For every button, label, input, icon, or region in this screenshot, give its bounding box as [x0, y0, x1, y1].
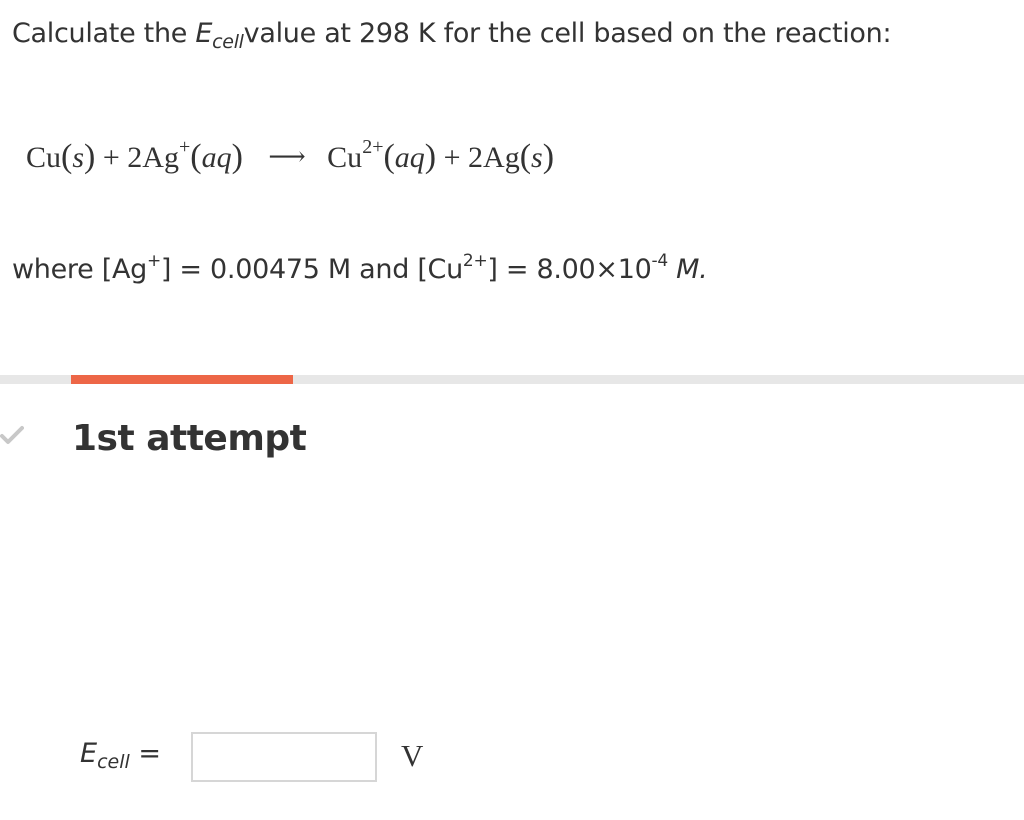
question-prompt: Calculate the Ecellvalue at 298 K for th… [12, 18, 892, 53]
reactant-ag: 2Ag [127, 141, 179, 174]
plus-sign: + [102, 141, 120, 174]
ecell-answer-input[interactable] [191, 732, 377, 782]
attempt-title: 1st attempt [72, 418, 307, 459]
product-ag: 2Ag [468, 141, 520, 174]
reaction-arrow-icon: ⟶ [268, 142, 306, 171]
answer-unit: V [401, 738, 424, 773]
attempt-progress-active [71, 375, 293, 384]
question-prefix: Calculate the [12, 18, 196, 49]
reaction-equation: Cu(s) + 2Ag+(aq) ⟶ Cu2+(aq) + 2Ag(s) [26, 136, 555, 175]
ecell-symbol: Ecell [195, 18, 244, 53]
product-cu: Cu [327, 141, 363, 174]
reactant-cu: Cu [26, 141, 62, 174]
plus-sign: + [443, 141, 461, 174]
answer-label: Ecell = [80, 738, 161, 773]
concentration-conditions: where [Ag+] = 0.00475 M and [Cu2+] = 8.0… [12, 251, 708, 286]
question-suffix: value at 298 K for the cell based on the… [243, 18, 892, 49]
checkmark-icon [0, 426, 24, 444]
